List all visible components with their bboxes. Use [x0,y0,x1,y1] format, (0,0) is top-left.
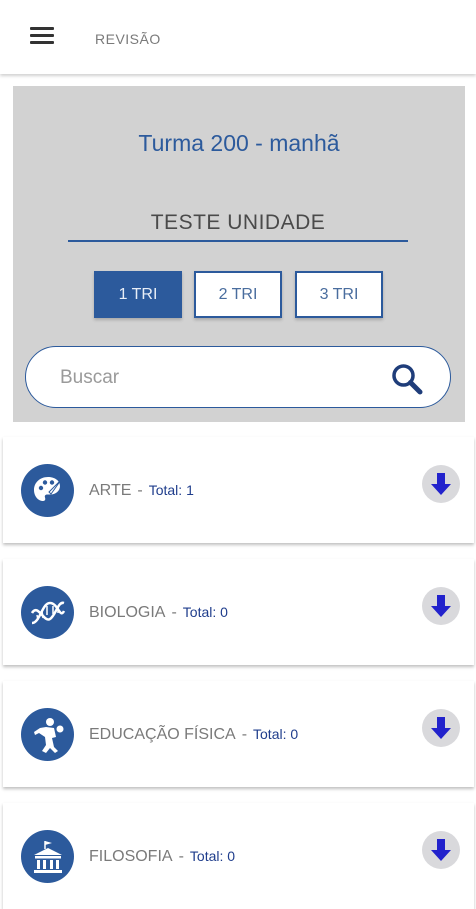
subject-total: Total: 0 [189,848,236,864]
download-arrow-icon[interactable] [422,831,460,869]
subject-separator: - [137,482,143,499]
subject-name: ARTE [89,482,132,499]
discus-thrower-icon [21,708,74,761]
tri-1-button[interactable]: 1 TRI [94,271,182,318]
subject-total: Total: 1 [148,482,194,498]
search-icon[interactable] [390,362,424,396]
search-placeholder: Buscar [60,367,120,388]
temple-icon [21,830,74,883]
subject-name: EDUCAÇÃO FÍSICA [89,726,236,743]
class-name: Turma 200 - manhã [138,130,340,156]
subject-total: Total: 0 [253,726,299,742]
subject-card-arte[interactable]: ARTE - Total: 1 [3,437,474,543]
subject-separator: - [171,604,177,621]
filter-panel: Turma 200 - manhã TESTE UNIDADE 1 TRI 2 … [13,86,465,422]
subject-total: Total: 0 [182,604,228,620]
hamburger-menu-icon[interactable] [30,27,54,45]
subject-name: FILOSOFIA [89,848,173,865]
subject-name: BIOLOGIA [89,604,166,621]
subject-separator: - [178,848,184,865]
tri-2-button[interactable]: 2 TRI [194,271,282,318]
subject-label: EDUCAÇÃO FÍSICA - Total: 0 [89,726,298,744]
app-bar: REVISÃO [0,0,476,74]
subject-card-filosofia[interactable]: FILOSOFIA - Total: 0 [3,803,474,909]
page-title: REVISÃO [95,31,161,47]
download-arrow-icon[interactable] [422,465,460,503]
subject-card-educacao-fisica[interactable]: EDUCAÇÃO FÍSICA - Total: 0 [3,681,474,787]
subject-label: ARTE - Total: 1 [89,482,194,500]
subject-card-biologia[interactable]: BIOLOGIA - Total: 0 [3,559,474,665]
test-name-field[interactable]: TESTE UNIDADE [68,196,408,242]
test-name-value: TESTE UNIDADE [150,211,326,234]
subject-label: BIOLOGIA - Total: 0 [89,604,228,622]
subject-separator: - [241,726,248,743]
dna-icon [21,586,74,639]
palette-icon [21,464,74,517]
tri-3-button[interactable]: 3 TRI [295,271,383,318]
search-input[interactable]: Buscar [25,346,451,408]
download-arrow-icon[interactable] [422,709,460,747]
subject-label: FILOSOFIA - Total: 0 [89,848,235,866]
download-arrow-icon[interactable] [422,587,460,625]
